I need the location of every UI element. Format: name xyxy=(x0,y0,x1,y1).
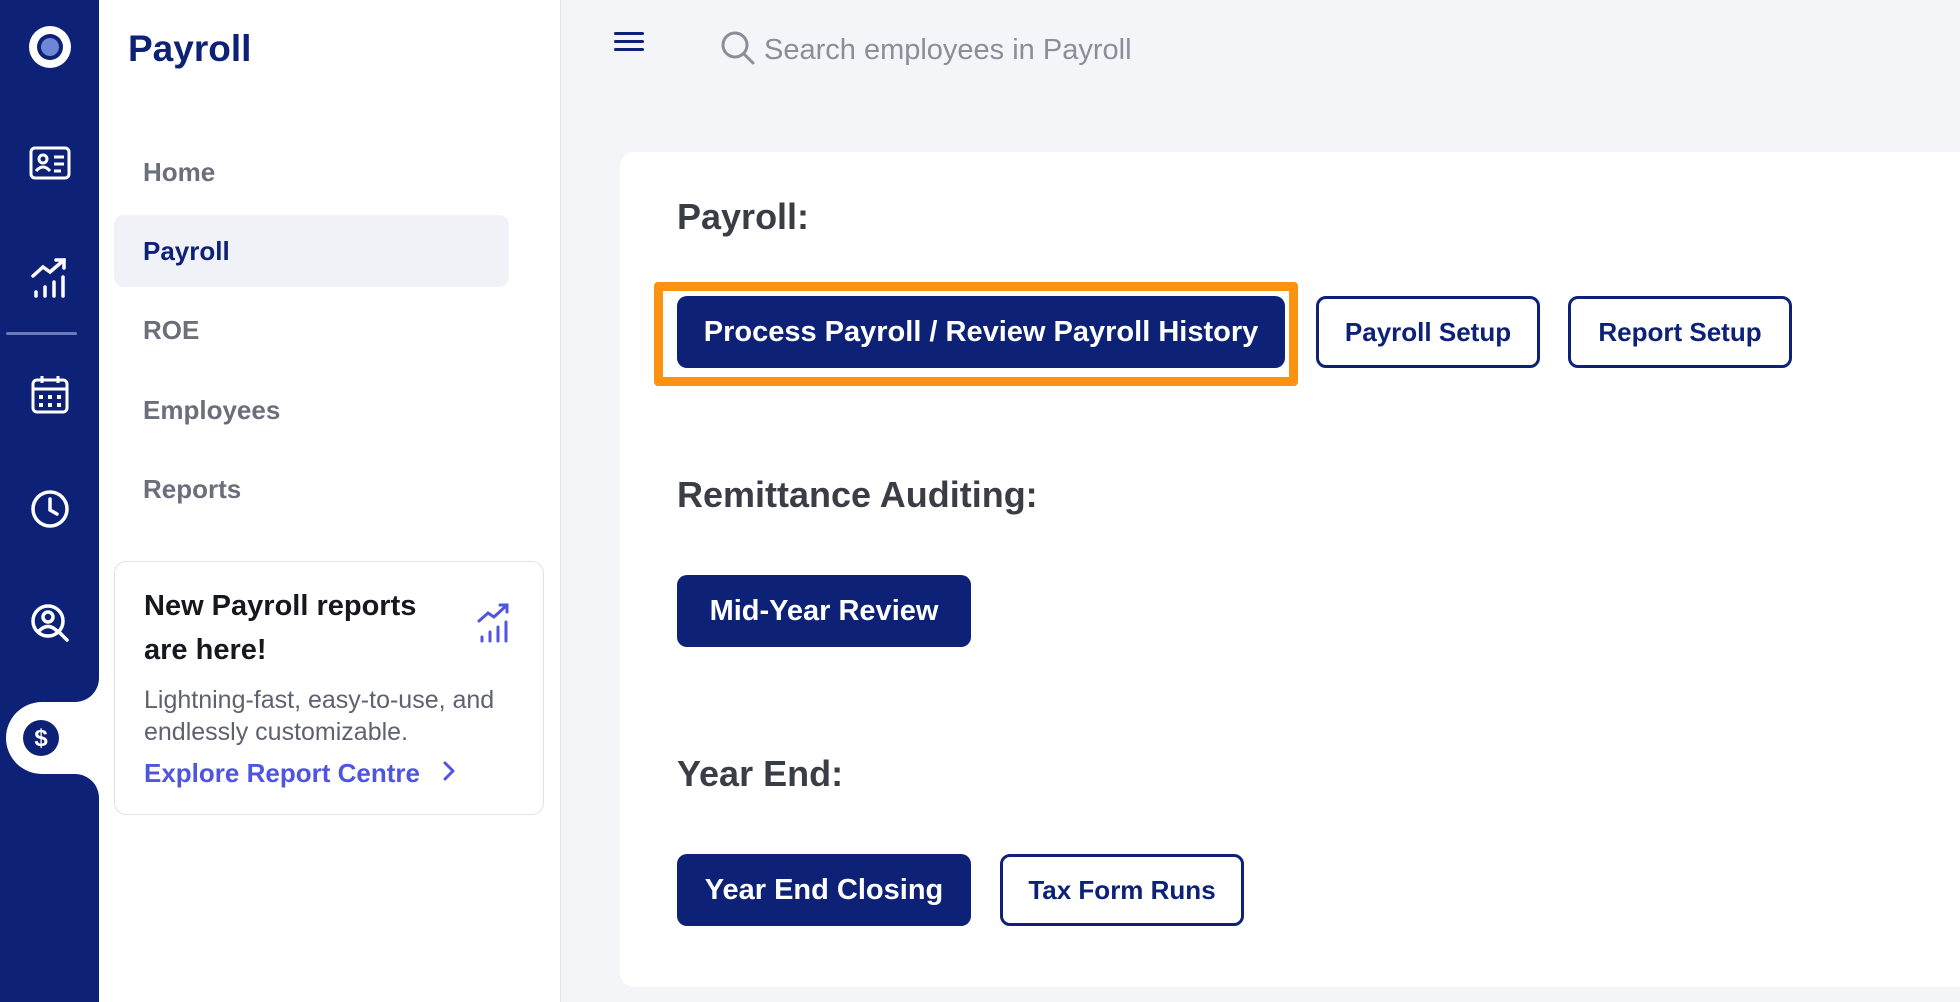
clock-icon[interactable] xyxy=(0,474,99,544)
process-payroll-button[interactable]: Process Payroll / Review Payroll History xyxy=(677,296,1285,368)
id-card-icon[interactable] xyxy=(0,128,99,198)
payroll-sidebar: Payroll Home Payroll ROE Employees Repor… xyxy=(99,0,561,1002)
rail-divider xyxy=(6,332,77,335)
svg-text:$: $ xyxy=(34,725,48,752)
calendar-icon[interactable] xyxy=(0,359,99,429)
search-icon xyxy=(720,30,756,71)
section-title-year-end: Year End: xyxy=(677,753,844,794)
reports-promo-card: New Payroll reports are here! Lightning-… xyxy=(114,561,544,815)
app-rail: $ xyxy=(0,0,99,1002)
payroll-setup-button[interactable]: Payroll Setup xyxy=(1316,296,1540,368)
chevron-right-icon xyxy=(442,758,456,789)
app: $ Payroll Home Payroll ROE Employees Rep… xyxy=(0,0,1960,1002)
sidebar-item-roe[interactable]: ROE xyxy=(114,294,509,366)
year-end-closing-button[interactable]: Year End Closing xyxy=(677,854,971,926)
chart-growth-icon xyxy=(477,602,513,649)
sidebar-item-employees[interactable]: Employees xyxy=(114,374,509,446)
sidebar-item-payroll[interactable]: Payroll xyxy=(114,215,509,287)
section-title-payroll: Payroll: xyxy=(677,196,810,237)
mid-year-review-button[interactable]: Mid-Year Review xyxy=(677,575,971,647)
promo-title: New Payroll reports are here! xyxy=(144,590,417,666)
growth-chart-icon[interactable] xyxy=(0,243,99,313)
logo-icon[interactable] xyxy=(0,12,99,82)
sidebar-title: Payroll xyxy=(128,28,252,69)
section-title-remittance-auditing: Remittance Auditing: xyxy=(677,474,1038,515)
payroll-actions-card: Payroll: Process Payroll / Review Payrol… xyxy=(620,152,1960,987)
sidebar-item-reports[interactable]: Reports xyxy=(114,453,509,525)
sidebar-item-home[interactable]: Home xyxy=(114,136,509,208)
promo-link-label: Explore Report Centre xyxy=(144,758,420,788)
explore-report-centre-link[interactable]: Explore Report Centre xyxy=(144,758,456,789)
report-setup-button[interactable]: Report Setup xyxy=(1568,296,1792,368)
promo-text: Lightning-fast, easy-to-use, and endless… xyxy=(144,686,495,746)
search-bar xyxy=(720,24,1420,76)
dollar-icon[interactable]: $ xyxy=(6,703,76,773)
hamburger-icon[interactable] xyxy=(614,30,644,59)
search-input[interactable] xyxy=(764,33,1364,67)
tax-form-runs-button[interactable]: Tax Form Runs xyxy=(1000,854,1244,926)
people-search-icon[interactable] xyxy=(0,588,99,658)
